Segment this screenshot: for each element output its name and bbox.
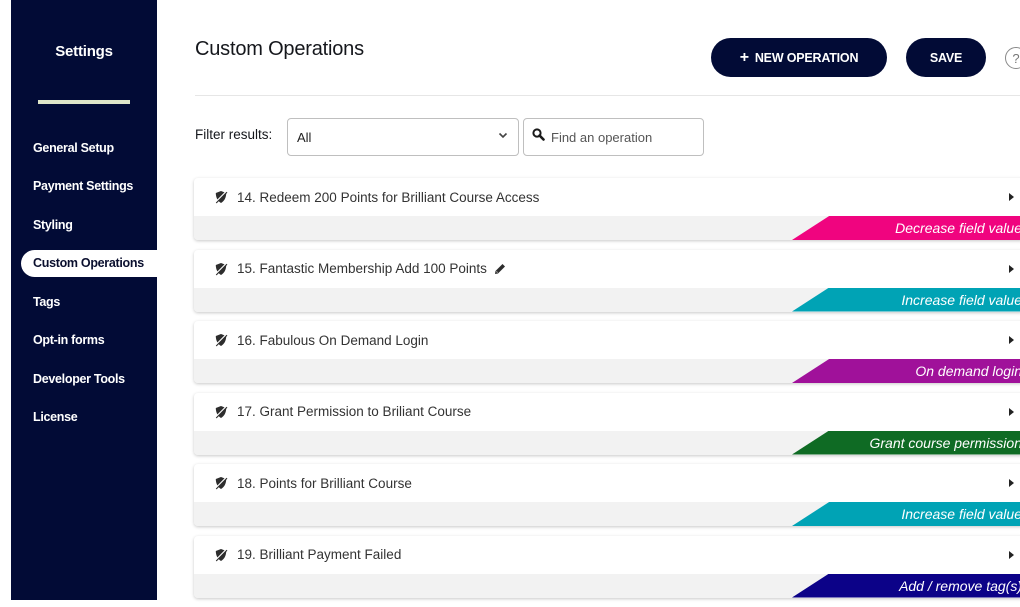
shield-slash-icon	[214, 262, 228, 276]
search-icon	[532, 128, 545, 146]
expand-arrow-icon[interactable]	[1009, 479, 1014, 487]
search-box[interactable]	[523, 118, 704, 156]
operation-card[interactable]: 16. Fabulous On Demand Login On demand l…	[194, 321, 1020, 383]
search-input[interactable]	[551, 129, 691, 145]
help-icon[interactable]: ?	[1005, 47, 1020, 69]
sidebar-item-general-setup[interactable]: General Setup	[11, 134, 157, 161]
operation-type-badge: Decrease field value	[792, 216, 1020, 240]
expand-arrow-icon[interactable]	[1009, 407, 1014, 416]
operation-title: 14. Redeem 200 Points for Brilliant Cour…	[237, 189, 540, 205]
operation-type-badge: Increase field value	[792, 502, 1020, 526]
chevron-down-icon	[498, 130, 508, 143]
operation-header[interactable]: 18. Points for Brilliant Course	[194, 464, 1020, 502]
operation-title: 17. Grant Permission to Briliant Course	[237, 404, 472, 419]
operation-type-badge: On demand login	[792, 359, 1020, 383]
operation-card[interactable]: 19. Brilliant Payment Failed Add / remov…	[194, 535, 1020, 598]
operation-footer: Decrease field value	[194, 216, 1020, 240]
filter-select[interactable]: All	[287, 118, 519, 156]
sidebar-item-opt-in-forms[interactable]: Opt-in forms	[11, 327, 157, 354]
shield-slash-icon	[214, 190, 228, 204]
operations-list: 14. Redeem 200 Points for Brilliant Cour…	[194, 178, 1020, 607]
operation-type-badge: Increase field value	[792, 287, 1020, 312]
sidebar-item-developer-tools[interactable]: Developer Tools	[11, 365, 157, 392]
operation-card[interactable]: 18. Points for Brilliant Course Increase…	[194, 464, 1020, 526]
operation-title: 16. Fabulous On Demand Login	[237, 332, 429, 348]
sidebar-item-license[interactable]: License	[11, 404, 157, 431]
operation-footer: On demand login	[194, 359, 1020, 383]
sidebar: Settings General Setup Payment Settings …	[11, 0, 157, 600]
shield-slash-icon	[214, 548, 228, 562]
operation-footer: Increase field value	[194, 502, 1020, 526]
header-divider	[195, 95, 1020, 96]
sidebar-item-custom-operations[interactable]: Custom Operations	[21, 249, 157, 277]
operation-header[interactable]: 14. Redeem 200 Points for Brilliant Cour…	[194, 178, 1020, 216]
shield-slash-icon	[214, 476, 228, 490]
operation-card[interactable]: 17. Grant Permission to Briliant Course …	[194, 392, 1020, 455]
sidebar-title: Settings	[55, 43, 113, 60]
sidebar-item-styling[interactable]: Styling	[11, 211, 157, 238]
shield-slash-icon	[214, 405, 228, 419]
page-title: Custom Operations	[195, 38, 364, 60]
save-button[interactable]: SAVE	[906, 38, 986, 77]
new-operation-label: NEW OPERATION	[754, 50, 859, 65]
operation-type-badge: Add / remove tag(s)	[792, 573, 1020, 598]
expand-arrow-icon[interactable]	[1009, 336, 1014, 344]
operation-title: 19. Brilliant Payment Failed	[237, 547, 402, 562]
expand-arrow-icon[interactable]	[1009, 550, 1014, 559]
plus-icon: +	[739, 48, 749, 66]
operation-title: 15. Fantastic Membership Add 100 Points	[237, 261, 487, 276]
operation-header[interactable]: 15. Fantastic Membership Add 100 Points	[194, 250, 1020, 288]
expand-arrow-icon[interactable]	[1009, 264, 1014, 273]
filter-select-value: All	[297, 129, 312, 145]
operation-type-badge: Grant course permission	[792, 430, 1020, 455]
operation-footer: Increase field value	[194, 287, 1020, 312]
operation-header[interactable]: 16. Fabulous On Demand Login	[194, 321, 1020, 359]
sidebar-item-payment-settings[interactable]: Payment Settings	[11, 173, 157, 200]
operation-header[interactable]: 17. Grant Permission to Briliant Course	[194, 393, 1020, 431]
operation-title: 18. Points for Brilliant Course	[237, 475, 412, 491]
filter-label: Filter results:	[195, 127, 273, 142]
operation-footer: Add / remove tag(s)	[194, 573, 1020, 598]
operation-card[interactable]: 14. Redeem 200 Points for Brilliant Cour…	[194, 178, 1020, 240]
main-content: Custom Operations + NEW OPERATION SAVE ?…	[157, 0, 1020, 600]
sidebar-divider	[38, 100, 130, 104]
pencil-icon[interactable]	[494, 263, 506, 275]
operation-header[interactable]: 19. Brilliant Payment Failed	[194, 536, 1020, 574]
new-operation-button[interactable]: + NEW OPERATION	[711, 38, 887, 77]
shield-slash-icon	[214, 333, 228, 347]
expand-arrow-icon[interactable]	[1009, 193, 1014, 201]
operation-footer: Grant course permission	[194, 430, 1020, 455]
operation-card[interactable]: 15. Fantastic Membership Add 100 Points …	[194, 249, 1020, 312]
sidebar-item-tags[interactable]: Tags	[11, 288, 157, 315]
sidebar-nav: General Setup Payment Settings Styling C…	[11, 134, 157, 442]
